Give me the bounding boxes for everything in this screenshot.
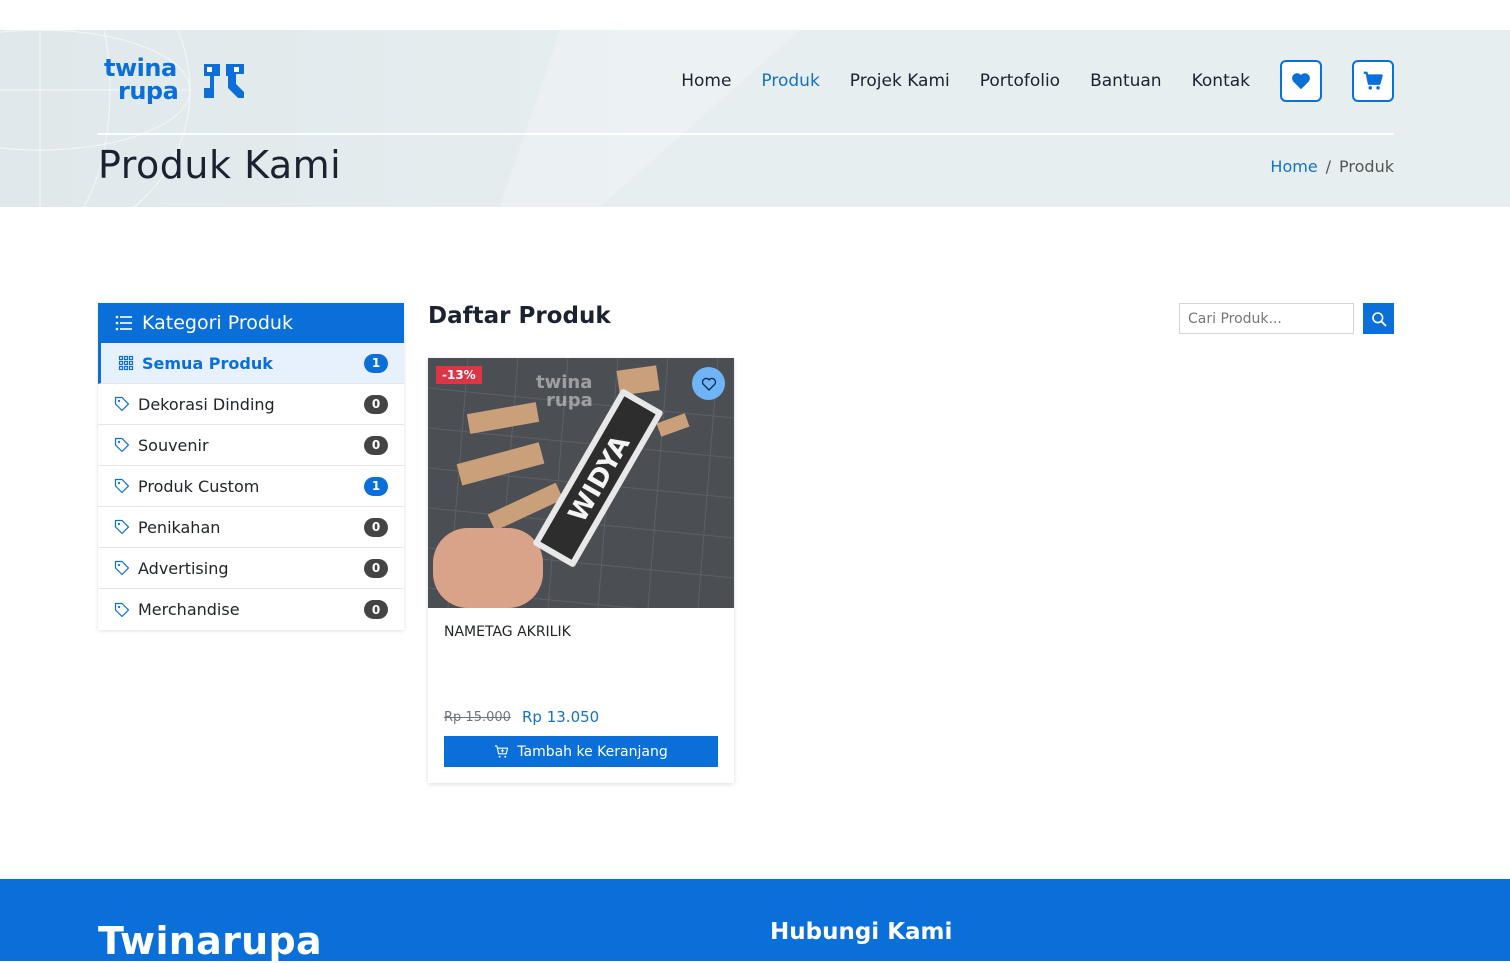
category-count-badge: 0 — [364, 517, 388, 537]
category-item-dekorasi-dinding[interactable]: Dekorasi Dinding 0 — [98, 384, 404, 425]
category-sidebar-title: Kategori Produk — [142, 312, 293, 334]
search-icon — [1371, 311, 1386, 326]
category-label: Souvenir — [138, 435, 209, 455]
nav-produk[interactable]: Produk — [761, 71, 819, 91]
nav-projek-kami[interactable]: Projek Kami — [850, 71, 950, 91]
category-item-souvenir[interactable]: Souvenir 0 — [98, 425, 404, 466]
nav-portofolio[interactable]: Portofolio — [980, 71, 1060, 91]
logo-wordmark: twina rupa — [104, 54, 179, 105]
product-image[interactable]: WIDYA twina rupa -13% — [428, 358, 734, 608]
top-strip — [0, 0, 1510, 30]
tag-icon — [114, 560, 130, 576]
tag-icon — [114, 437, 130, 453]
tag-icon — [114, 519, 130, 535]
tag-icon — [114, 602, 130, 617]
category-sidebar-header: Kategori Produk — [98, 303, 404, 343]
category-count-badge: 1 — [364, 353, 388, 373]
header-divider — [98, 133, 1394, 135]
breadcrumb-home-link[interactable]: Home — [1270, 157, 1317, 176]
category-item-semua-produk[interactable]: Semua Produk 1 — [98, 343, 404, 384]
product-search — [1179, 303, 1394, 334]
main-content: Kategori Produk Semua Produk 1 Dekorasi … — [0, 207, 1510, 879]
cart-icon — [1363, 71, 1383, 90]
breadcrumb-current: Produk — [1339, 157, 1394, 176]
cart-button[interactable] — [1352, 60, 1394, 102]
footer-brand: Twinarupa — [98, 919, 322, 963]
product-list-title: Daftar Produk — [428, 303, 611, 329]
category-item-advertising[interactable]: Advertising 0 — [98, 548, 404, 589]
nav-bantuan[interactable]: Bantuan — [1090, 71, 1162, 91]
product-original-price: Rp 15.000 — [444, 710, 511, 725]
product-card[interactable]: WIDYA twina rupa -13% NAMETAG AKRILIK Rp… — [428, 358, 734, 783]
site-footer: Twinarupa Hubungi Kami — [0, 879, 1510, 963]
category-label: Produk Custom — [138, 476, 260, 496]
category-count-badge: 0 — [364, 394, 388, 414]
category-count-badge: 0 — [364, 600, 388, 619]
category-sidebar: Kategori Produk Semua Produk 1 Dekorasi … — [98, 303, 404, 630]
tag-icon — [114, 478, 130, 494]
breadcrumb-separator: / — [1325, 157, 1332, 176]
heart-outline-icon — [701, 377, 716, 391]
product-photo: WIDYA twina rupa — [428, 358, 734, 608]
list-icon — [115, 315, 132, 331]
category-label: Penikahan — [138, 517, 221, 537]
footer-contact-title: Hubungi Kami — [770, 919, 953, 945]
wishlist-button[interactable] — [1280, 60, 1322, 102]
main-nav: Home Produk Projek Kami Portofolio Bantu… — [651, 60, 1394, 102]
tag-icon — [114, 396, 130, 412]
search-button[interactable] — [1363, 303, 1394, 334]
category-count-badge: 0 — [364, 558, 388, 578]
cart-add-icon — [495, 745, 509, 758]
nav-home[interactable]: Home — [681, 71, 731, 91]
add-to-cart-label: Tambah ke Keranjang — [517, 743, 668, 760]
add-to-cart-button[interactable]: Tambah ke Keranjang — [444, 736, 718, 767]
page-title: Produk Kami — [98, 143, 342, 187]
breadcrumb: Home / Produk — [1270, 157, 1394, 176]
grid-icon — [118, 355, 134, 371]
category-label: Advertising — [138, 558, 229, 578]
logo-mark-icon — [204, 64, 244, 98]
nav-kontak[interactable]: Kontak — [1192, 71, 1250, 91]
product-sale-price: Rp 13.050 — [522, 708, 600, 726]
category-label: Merchandise — [138, 600, 240, 619]
page-header: twina rupa Home Produk Projek Kami Porto… — [0, 30, 1510, 207]
category-count-badge: 0 — [364, 435, 388, 455]
photo-watermark-line2: rupa — [546, 390, 593, 411]
heart-icon — [1292, 73, 1310, 90]
product-name[interactable]: NAMETAG AKRILIK — [444, 624, 571, 640]
add-to-wishlist-button[interactable] — [692, 367, 725, 400]
category-item-produk-custom[interactable]: Produk Custom 1 — [98, 466, 404, 507]
category-count-badge: 1 — [364, 476, 388, 496]
site-logo[interactable]: twina rupa — [104, 56, 244, 110]
product-search-input[interactable] — [1179, 303, 1354, 334]
discount-badge: -13% — [436, 366, 482, 384]
category-item-penikahan[interactable]: Penikahan 0 — [98, 507, 404, 548]
category-label: Dekorasi Dinding — [138, 394, 275, 414]
category-item-merchandise[interactable]: Merchandise 0 — [98, 589, 404, 630]
category-label: Semua Produk — [142, 353, 273, 373]
